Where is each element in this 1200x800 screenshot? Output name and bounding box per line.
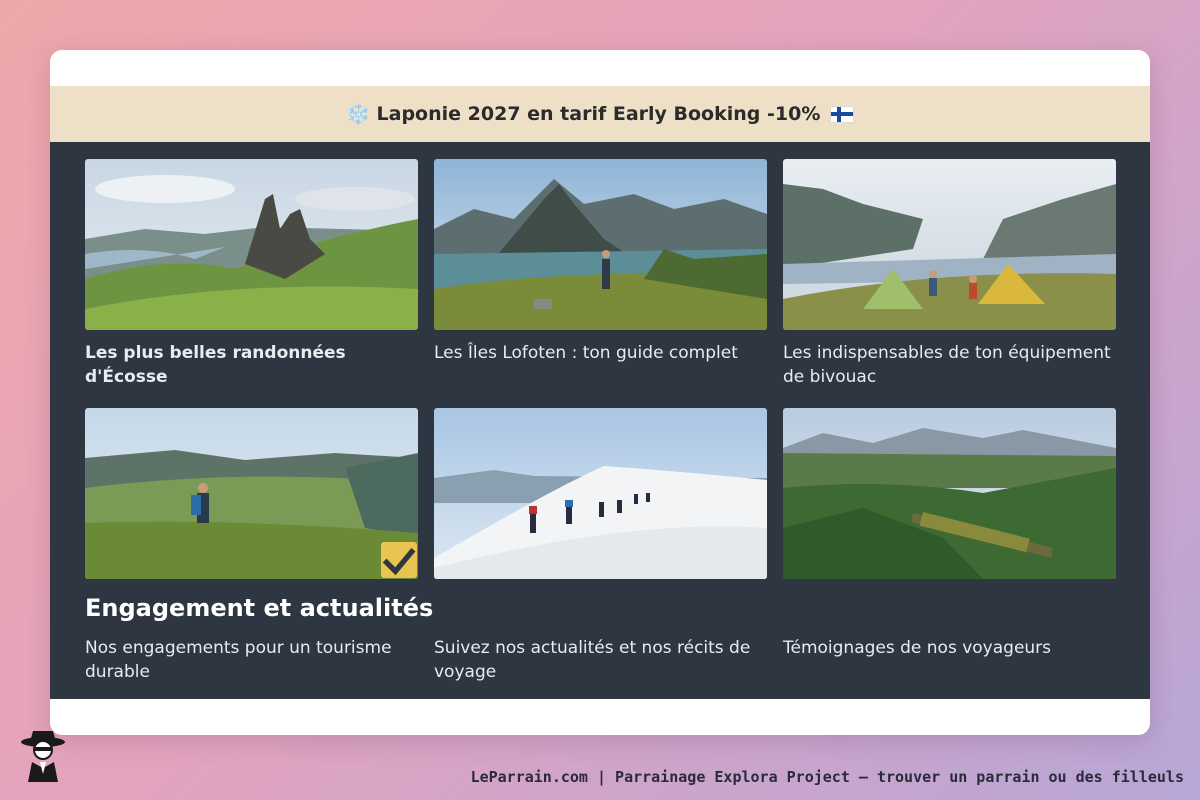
article-title[interactable]: Les plus belles randonnées d'Écosse xyxy=(85,341,425,389)
section-image-testimonials[interactable] xyxy=(783,408,1116,579)
promo-banner-text[interactable]: Laponie 2027 en tarif Early Booking -10% xyxy=(377,103,821,125)
article-image-lofoten[interactable] xyxy=(434,159,767,330)
article-image-bivouac[interactable] xyxy=(783,159,1116,330)
section-link[interactable]: Suivez nos actualités et nos récits de v… xyxy=(434,636,774,684)
section-link[interactable]: Témoignages de nos voyageurs xyxy=(783,636,1123,660)
snowflake-icon: ❄️ xyxy=(345,102,371,126)
article-image-scotland[interactable] xyxy=(85,159,418,330)
section-image-news[interactable] xyxy=(434,408,767,579)
checkmark-badge xyxy=(381,542,417,578)
articles-panel: Les plus belles randonnées d'Écosse Les … xyxy=(50,142,1150,699)
detective-logo-icon xyxy=(21,731,65,782)
section-link[interactable]: Nos engagements pour un tourisme durable xyxy=(85,636,425,684)
section-image-sustainable[interactable] xyxy=(85,408,418,579)
article-title[interactable]: Les Îles Lofoten : ton guide complet xyxy=(434,341,774,365)
content-card: ❄️ Laponie 2027 en tarif Early Booking -… xyxy=(50,50,1150,735)
article-title[interactable]: Les indispensables de ton équipement de … xyxy=(783,341,1123,389)
finland-flag-icon xyxy=(830,105,855,123)
promo-banner[interactable]: ❄️ Laponie 2027 en tarif Early Booking -… xyxy=(50,86,1150,142)
footer-text: LeParrain.com | Parrainage Explora Proje… xyxy=(470,768,1184,786)
section-title: Engagement et actualités xyxy=(85,594,434,622)
checkmark-icon xyxy=(382,547,416,575)
